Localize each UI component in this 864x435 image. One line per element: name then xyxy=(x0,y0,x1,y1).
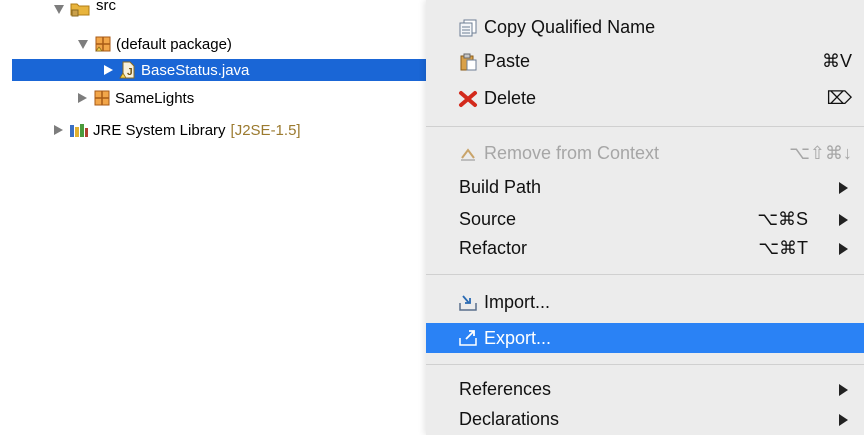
submenu-arrow-icon xyxy=(839,414,848,426)
menu-item-source[interactable]: Source ⌥⌘S xyxy=(426,206,864,233)
tree-item-basestatus-java[interactable]: J BaseStatus.java xyxy=(12,59,426,81)
menu-item-delete[interactable]: Delete ⌦ xyxy=(426,85,864,112)
menu-item-refactor[interactable]: Refactor ⌥⌘T xyxy=(426,235,864,262)
menu-item-label: Delete xyxy=(484,88,537,108)
menu-item-remove-from-context[interactable]: Remove from Context ⌥⇧⌘↓ xyxy=(426,140,864,167)
menu-item-label: Source xyxy=(459,209,517,229)
tree-item-default-package[interactable]: (default package) xyxy=(78,33,232,55)
menu-item-shortcut: ⌦ xyxy=(826,88,852,108)
menu-item-label: Copy Qualified Name xyxy=(484,17,656,37)
tree-item-samelights[interactable]: SameLights xyxy=(78,87,194,109)
collapse-arrow-icon[interactable] xyxy=(54,125,63,135)
delete-icon xyxy=(459,91,477,107)
library-icon xyxy=(70,124,88,137)
menu-item-shortcut: ⌥⇧⌘↓ xyxy=(789,143,852,163)
expand-arrow-icon[interactable] xyxy=(54,4,64,14)
menu-item-label: Remove from Context xyxy=(484,143,660,163)
tree-item-jre-system-library[interactable]: JRE System Library [J2SE-1.5] xyxy=(54,119,301,141)
menu-separator xyxy=(426,274,864,275)
menu-item-label: References xyxy=(459,379,552,399)
expand-arrow-icon[interactable] xyxy=(78,39,88,49)
menu-item-label: Export... xyxy=(484,327,552,348)
menu-item-references[interactable]: References xyxy=(426,376,864,403)
menu-item-declarations[interactable]: Declarations xyxy=(426,406,864,433)
package-icon xyxy=(94,90,110,106)
tree-item-label: src xyxy=(96,0,116,14)
copy-icon xyxy=(459,19,477,37)
menu-item-label: Declarations xyxy=(459,409,560,429)
collapse-arrow-icon[interactable] xyxy=(78,93,87,103)
menu-separator xyxy=(426,364,864,365)
svg-text:J: J xyxy=(127,67,133,78)
tree-item-label: JRE System Library xyxy=(93,121,226,139)
menu-item-label: Build Path xyxy=(459,177,542,197)
menu-item-export[interactable]: Export... xyxy=(426,323,864,353)
menu-item-import[interactable]: Import... xyxy=(426,289,864,316)
submenu-arrow-icon xyxy=(839,384,848,396)
menu-item-shortcut: ⌥⌘T xyxy=(758,238,808,258)
tree-item-label: (default package) xyxy=(116,35,232,53)
menu-item-build-path[interactable]: Build Path xyxy=(426,174,864,201)
java-file-icon: J xyxy=(119,61,135,79)
export-icon xyxy=(459,330,477,346)
menu-item-paste[interactable]: Paste ⌘V xyxy=(426,48,864,75)
tree-item-label: BaseStatus.java xyxy=(141,61,250,79)
remove-context-icon xyxy=(461,148,475,161)
package-icon xyxy=(95,36,111,52)
package-explorer-tree: src (default package) J BaseStatus.java … xyxy=(0,0,426,435)
import-icon xyxy=(459,295,477,311)
submenu-arrow-icon xyxy=(839,214,848,226)
context-menu: Copy Qualified Name Paste ⌘V Delete ⌦ Re… xyxy=(426,0,864,435)
source-folder-icon xyxy=(70,3,90,17)
submenu-arrow-icon xyxy=(839,243,848,255)
menu-item-copy-qualified-name[interactable]: Copy Qualified Name xyxy=(426,14,864,41)
menu-item-label: Paste xyxy=(484,51,531,71)
tree-item-decorator: [J2SE-1.5] xyxy=(230,121,301,139)
menu-item-shortcut: ⌥⌘S xyxy=(757,209,808,229)
tree-item-src[interactable]: src xyxy=(54,0,116,18)
menu-separator xyxy=(426,126,864,127)
menu-item-label: Refactor xyxy=(459,238,528,258)
collapse-arrow-icon[interactable] xyxy=(104,65,113,75)
submenu-arrow-icon xyxy=(839,182,848,194)
tree-item-label: SameLights xyxy=(115,89,195,107)
menu-item-label: Import... xyxy=(484,292,551,312)
menu-item-shortcut: ⌘V xyxy=(821,51,852,71)
paste-icon xyxy=(460,53,477,71)
